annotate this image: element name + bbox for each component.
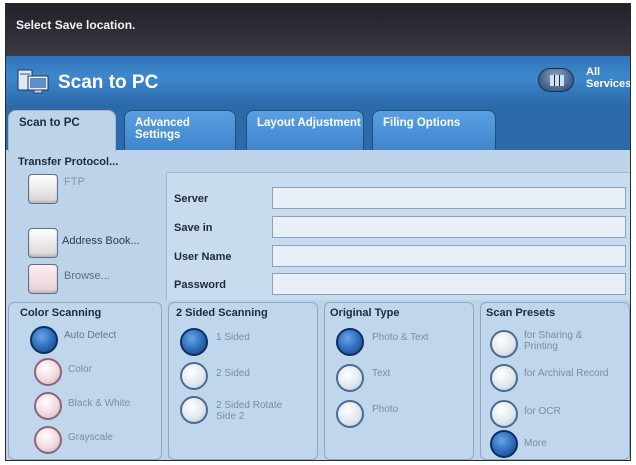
color-label: Color [68,364,92,375]
browse-label: Browse... [64,270,110,282]
grayscale-radio[interactable] [34,426,62,454]
color-scanning-title: Color Scanning [20,307,102,319]
ocr-label: for OCR [524,406,561,417]
black-white-label: Black & White [68,398,131,409]
address-book-label: Address Book... [62,235,140,247]
touch-screen: Select Save location. Scan to PC All Ser… [5,3,631,461]
grayscale-label: Grayscale [68,432,114,443]
all-services-button[interactable] [538,68,574,92]
auto-detect-label: Auto Detect [64,330,117,341]
photo-radio[interactable] [336,400,364,428]
black-white-radio[interactable] [34,392,62,420]
server-label: Server [174,193,209,205]
photo-text-radio[interactable] [336,328,364,356]
grid-icon [550,75,564,86]
original-type-title: Original Type [330,307,400,319]
photo-label: Photo [372,404,399,415]
all-services-label: All Services [586,66,631,90]
ocr-radio[interactable] [490,400,518,428]
page-title: Scan to PC [58,72,159,93]
two-sided-radio[interactable] [180,362,208,390]
password-field[interactable] [272,273,626,295]
user-name-label: User Name [174,251,232,263]
browse-button[interactable] [28,264,58,294]
transfer-protocol-label: Transfer Protocol... [18,156,119,168]
tab-layout-adjustment[interactable]: Layout Adjustment [246,110,364,150]
one-sided-radio[interactable] [180,328,208,356]
sided-scanning-title: 2 Sided Scanning [176,307,268,319]
auto-detect-radio[interactable] [30,326,58,354]
more-label: More [524,438,547,449]
ftp-label: FTP [64,176,85,188]
ftp-button[interactable] [28,174,58,204]
one-sided-label: 1 Sided [216,332,250,343]
sharing-printing-radio[interactable] [490,330,518,358]
two-sided-rotate-radio[interactable] [180,396,208,424]
more-radio[interactable] [490,430,518,458]
photo-text-label: Photo & Text [372,332,429,343]
text-radio[interactable] [336,364,364,392]
address-book-button[interactable] [28,228,58,258]
tab-bar: Scan to PC Advanced Settings Layout Adju… [6,108,630,152]
tab-advanced-settings[interactable]: Advanced Settings [124,110,236,150]
archival-record-label: for Archival Record [524,368,609,379]
scan-presets-title: Scan Presets [486,307,556,319]
server-field[interactable] [272,187,626,209]
text-label: Text [372,368,391,379]
user-name-field[interactable] [272,245,626,267]
password-label: Password [174,279,226,291]
color-radio[interactable] [34,358,62,386]
two-sided-label: 2 Sided [216,368,250,379]
message-bar: Select Save location. [6,4,630,56]
scan-to-pc-icon [17,69,49,94]
save-in-field[interactable] [272,216,626,238]
title-bar: Scan to PC All Services [6,56,631,108]
tab-scan-to-pc[interactable]: Scan to PC [8,110,116,152]
two-sided-rotate-label: 2 Sided Rotate Side 2 [216,400,283,422]
save-in-label: Save in [174,222,213,234]
tab-filing-options[interactable]: Filing Options [372,110,496,150]
sharing-printing-label: for Sharing & Printing [524,330,583,352]
status-message: Select Save location. [16,18,136,32]
archival-record-radio[interactable] [490,364,518,392]
